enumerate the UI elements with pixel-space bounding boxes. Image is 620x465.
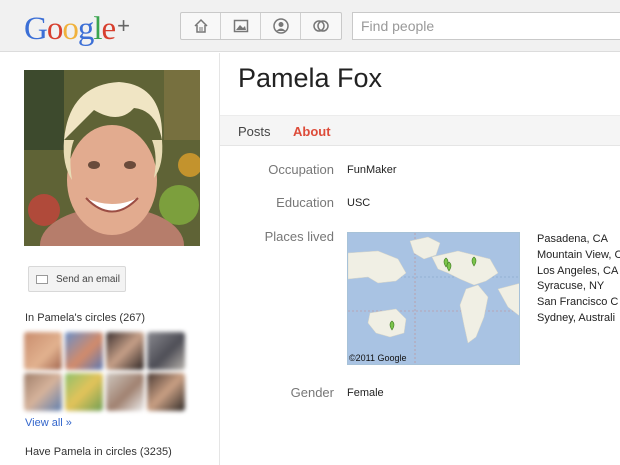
home-icon [193, 18, 208, 33]
send-email-button[interactable]: Send an email [28, 266, 126, 292]
education-value: USC [347, 197, 371, 209]
nav-home-button[interactable] [181, 13, 221, 39]
gender-value: Female [347, 387, 384, 399]
map-credit: ©2011 Google [349, 353, 407, 363]
envelope-icon [36, 274, 48, 284]
profile-icon [272, 18, 289, 34]
education-label: Education [276, 195, 334, 210]
occupation-value: FunMaker [347, 164, 397, 176]
have-in-circles-heading: Have Pamela in circles (3235) [25, 446, 172, 458]
send-email-label: Send an email [56, 273, 120, 285]
profile-tabs: Posts About [220, 115, 620, 146]
circle-avatar-grid [24, 332, 186, 411]
profile-sidebar: Send an email In Pamela's circles (267) … [0, 53, 220, 465]
list-item: San Francisco C [537, 296, 619, 309]
avatar[interactable] [65, 373, 103, 411]
avatar[interactable] [65, 332, 103, 370]
places-map[interactable]: ©2011 Google [347, 232, 520, 365]
in-circles-heading: In Pamela's circles (267) [25, 312, 146, 324]
circles-icon [313, 20, 329, 32]
nav-photos-button[interactable] [221, 13, 261, 39]
avatar[interactable] [147, 332, 185, 370]
gender-label: Gender [290, 385, 334, 400]
profile-name: Pamela Fox [238, 63, 383, 93]
avatar[interactable] [24, 332, 62, 370]
list-item: Pasadena, CA [537, 233, 608, 245]
list-item: Syracuse, NY [537, 280, 605, 293]
tab-about[interactable]: About [293, 124, 331, 139]
top-bar: Google+ Find people [0, 0, 620, 52]
places-list: Pasadena, CA Mountain View, C Los Angele… [537, 232, 620, 327]
avatar[interactable] [147, 373, 185, 411]
nav-profile-button[interactable] [261, 13, 301, 39]
profile-photo [24, 70, 200, 246]
nav-buttons [180, 12, 342, 40]
photos-icon [233, 19, 248, 33]
list-item: Sydney, Australi [537, 311, 616, 324]
occupation-label: Occupation [268, 162, 334, 177]
google-plus-logo[interactable]: Google+ [24, 8, 130, 47]
places-lived-label: Places lived [264, 229, 334, 244]
avatar[interactable] [24, 373, 62, 411]
avatar[interactable] [106, 373, 144, 411]
tab-posts[interactable]: Posts [238, 124, 271, 139]
list-item: Mountain View, C [537, 248, 620, 261]
search-input[interactable]: Find people [352, 12, 620, 40]
avatar[interactable] [106, 332, 144, 370]
list-item: Los Angeles, CA [537, 264, 619, 277]
nav-circles-button[interactable] [301, 13, 341, 39]
view-all-link[interactable]: View all » [25, 417, 72, 429]
